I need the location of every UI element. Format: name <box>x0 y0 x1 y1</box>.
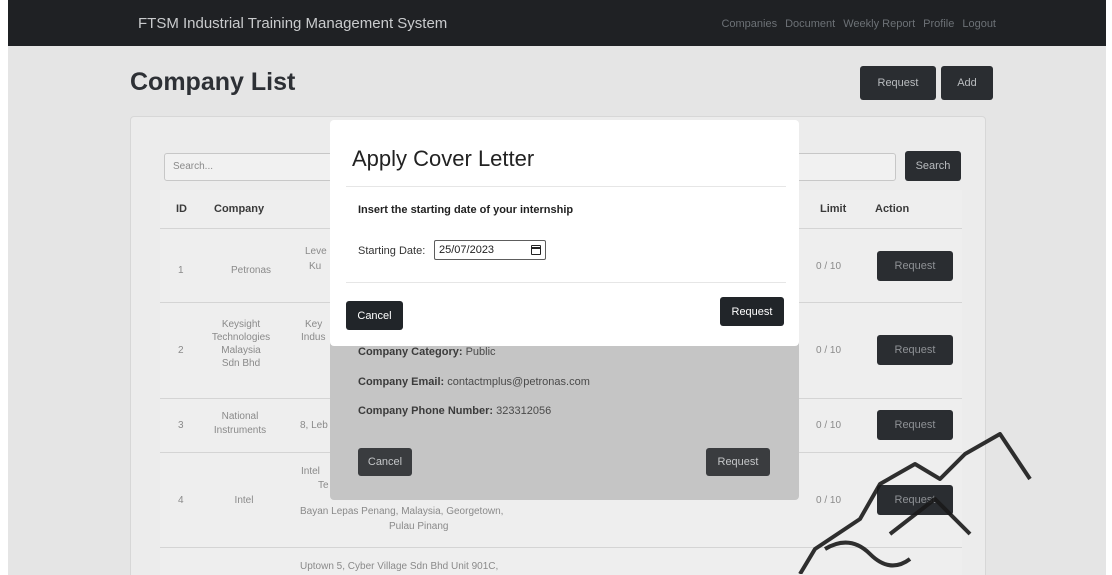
row-request-button[interactable]: Request <box>877 251 953 281</box>
navbar: FTSM Industrial Training Management Syst… <box>8 0 1106 46</box>
row-company: Malaysia <box>221 345 261 356</box>
nav-companies[interactable]: Companies <box>721 18 777 30</box>
header-action: Action <box>875 203 910 215</box>
nav-document[interactable]: Document <box>785 18 835 30</box>
row-address: Bayan Lepas Penang, Malaysia, Georgetown… <box>300 506 504 517</box>
row-address: Intel <box>301 466 320 477</box>
row-address: Te <box>318 480 329 491</box>
modal-divider <box>346 282 786 283</box>
company-email: Company Email: contactmplus@petronas.com <box>358 376 590 388</box>
starting-date-label: Starting Date: <box>358 245 426 257</box>
modal-divider <box>346 186 786 187</box>
nav-logout[interactable]: Logout <box>962 18 996 30</box>
top-request-button[interactable]: Request <box>860 66 936 100</box>
starting-date-input[interactable]: 25/07/2023 <box>434 240 546 260</box>
row-company: Intel <box>234 495 254 506</box>
row-address: Key <box>305 319 323 330</box>
row-address: 8, Leb <box>300 420 328 431</box>
row-company: Technologies <box>211 332 271 343</box>
modal-request-button[interactable]: Request <box>720 297 784 326</box>
row-company: Keysight <box>221 319 261 330</box>
row-id: 3 <box>178 420 184 431</box>
calendar-icon[interactable] <box>530 245 541 255</box>
row-id: 4 <box>178 495 184 506</box>
row-id: 2 <box>178 345 184 356</box>
row-address: Ku <box>309 261 322 272</box>
row-address: Pulau Pinang <box>389 521 449 532</box>
row-request-button[interactable]: Request <box>877 335 953 365</box>
row-company: National <box>221 411 259 422</box>
add-button[interactable]: Add <box>941 66 993 100</box>
row-address: Uptown 5, Cyber Village Sdn Bhd Unit 901… <box>300 561 499 572</box>
modal-title: Apply Cover Letter <box>352 146 535 171</box>
details-cancel-button[interactable]: Cancel <box>358 448 412 476</box>
company-phone: Company Phone Number: 323312056 <box>358 405 552 417</box>
row-address: Indus <box>301 332 326 343</box>
modal-cancel-button[interactable]: Cancel <box>346 301 403 330</box>
row-limit: 0 / 10 <box>816 261 842 272</box>
header-limit: Limit <box>820 203 847 215</box>
ftsm-watermark <box>798 432 1032 574</box>
nav-profile[interactable]: Profile <box>923 18 954 30</box>
row-company: Instruments <box>213 425 267 436</box>
page-title: Company List <box>130 68 296 96</box>
company-category: Company Category: Public <box>358 346 496 358</box>
row-company: Sdn Bhd <box>221 358 261 369</box>
row-id: 1 <box>178 265 184 276</box>
row-address: Leve <box>305 246 327 257</box>
modal-instruction: Insert the starting date of your interns… <box>358 204 574 216</box>
row-limit: 0 / 10 <box>816 345 842 356</box>
brand-title[interactable]: FTSM Industrial Training Management Syst… <box>138 15 447 32</box>
nav-weekly-report[interactable]: Weekly Report <box>843 18 915 30</box>
header-id: ID <box>176 203 187 215</box>
row-company: Petronas <box>230 265 272 276</box>
search-button[interactable]: Search <box>905 151 961 181</box>
header-company: Company <box>214 203 265 215</box>
nav-links: Companies Document Weekly Report Profile… <box>721 18 996 30</box>
